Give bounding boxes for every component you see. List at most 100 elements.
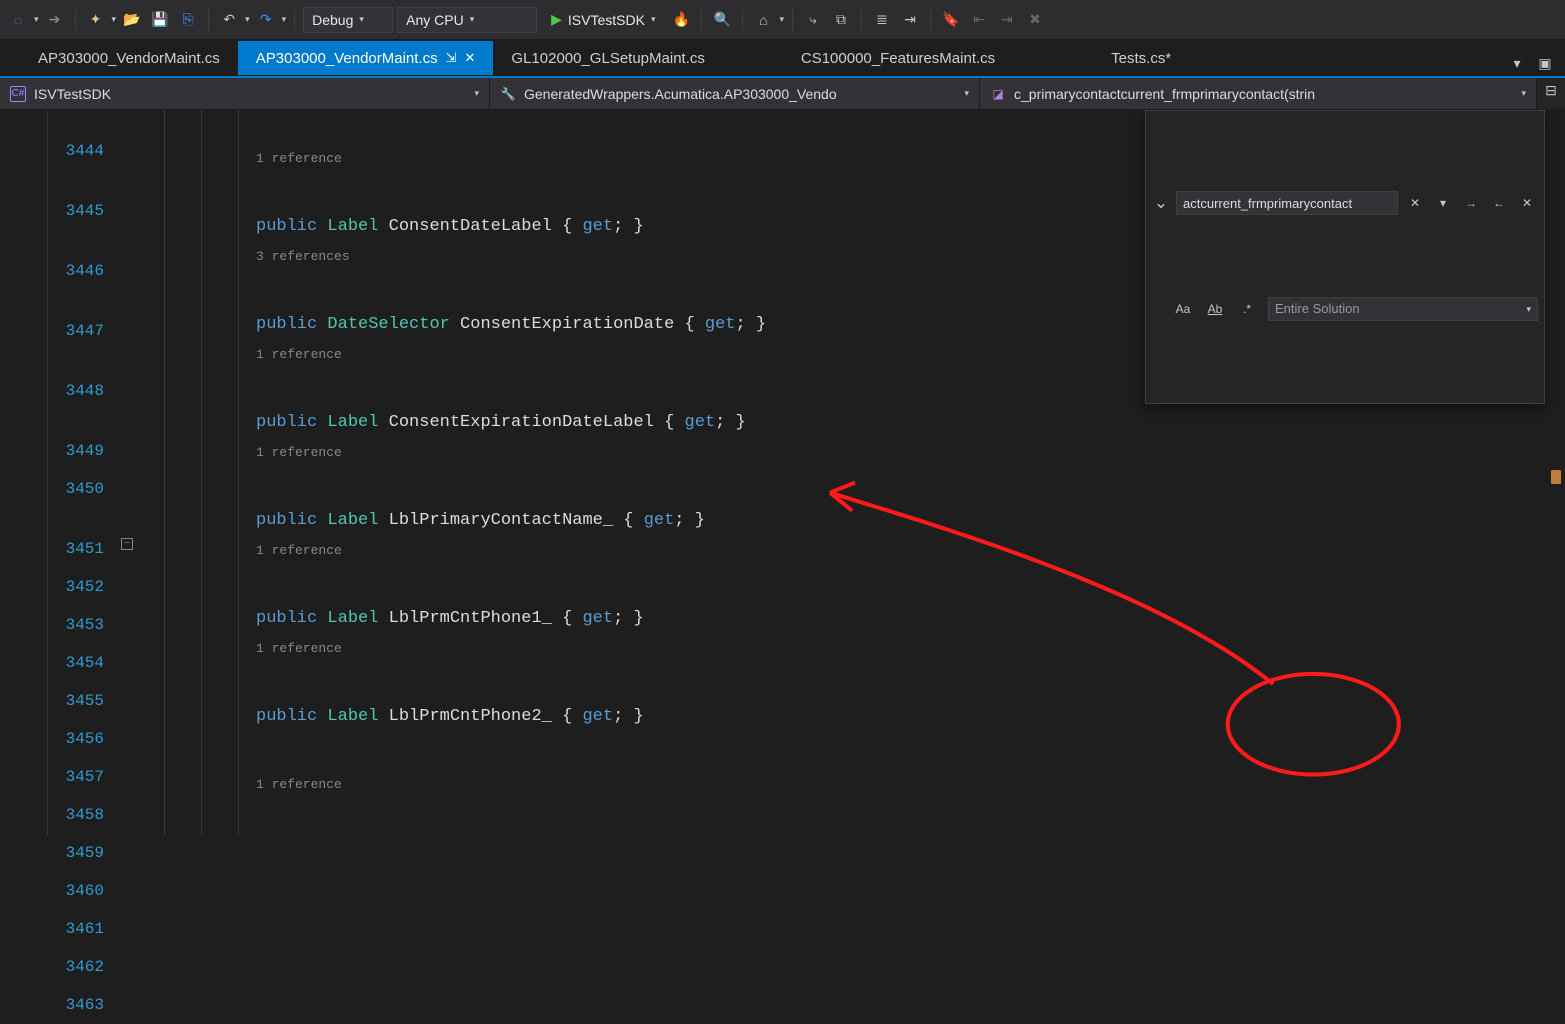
codelens[interactable]: 1 reference (256, 638, 1565, 660)
line-number: 3450 (48, 470, 104, 508)
document-tab[interactable]: GL102000_GLSetupMaint.cs (493, 41, 722, 75)
chevron-down-icon: ▾ (964, 88, 969, 99)
separator (742, 9, 743, 31)
line-number: 3455 (48, 682, 104, 720)
new-item-caret[interactable]: ▾ (112, 14, 117, 25)
tab-dock-icon[interactable]: ▣ (1533, 51, 1557, 75)
separator (701, 9, 702, 31)
document-tab[interactable]: Tests.cs* (1093, 41, 1189, 75)
line-number: 3463 (48, 986, 104, 1024)
chevron-down-icon: ▾ (1521, 88, 1526, 99)
platform-value: Any CPU (406, 12, 464, 28)
separator (208, 9, 209, 31)
split-editor-icon[interactable]: ⊟ (1537, 78, 1565, 102)
nav-forward-button[interactable]: ➔ (43, 8, 67, 32)
pin-icon[interactable]: ⇲ (446, 50, 457, 66)
codelens[interactable]: 1 reference (256, 774, 1565, 796)
nav-back-button[interactable]: ◌ (6, 8, 30, 32)
undo-icon[interactable]: ↶ (217, 8, 241, 32)
step-icon[interactable]: ⤷ (801, 8, 825, 32)
find-scope-label: Entire Solution (1275, 290, 1360, 328)
line-number: 3447 (48, 312, 104, 350)
document-tab-strip: AP303000_VendorMaint.cs AP303000_VendorM… (0, 40, 1565, 76)
config-combo[interactable]: Debug ▾ (303, 7, 393, 33)
chevron-down-icon: ▾ (474, 88, 479, 99)
separator (792, 9, 793, 31)
line-number: 3454 (48, 644, 104, 682)
hot-reload-icon[interactable]: 🔥 (669, 8, 693, 32)
separator (75, 9, 76, 31)
save-icon[interactable]: 💾 (148, 8, 172, 32)
undo-caret[interactable]: ▾ (245, 14, 250, 25)
project-combo[interactable]: C# ISVTestSDK ▾ (0, 78, 490, 109)
line-number: 3451 (48, 530, 104, 568)
chevron-down-icon: ▾ (651, 14, 656, 25)
main-toolbar: ◌ ▾ ➔ ✦ ▾ 📂 💾 ⎘ ↶ ▾ ↷ ▾ Debug ▾ Any CPU … (0, 0, 1565, 40)
tab-label: CS100000_FeaturesMaint.cs (801, 50, 995, 67)
open-icon[interactable]: 📂 (120, 8, 144, 32)
separator (861, 9, 862, 31)
codelens[interactable]: 1 reference (256, 442, 1565, 464)
outlining-margin[interactable]: − (118, 110, 146, 835)
play-icon: ▶ (551, 11, 562, 28)
layout-icon[interactable]: ⧉ (829, 8, 853, 32)
nav-back-caret[interactable]: ▾ (34, 14, 39, 25)
find-panel-close-icon[interactable]: ✕ (1516, 192, 1538, 214)
document-tab[interactable]: CS100000_FeaturesMaint.cs (783, 41, 1013, 75)
class-icon: 🔧 (500, 86, 516, 102)
tab-overflow-icon[interactable]: ▾ (1505, 51, 1529, 75)
line-number: 3458 (48, 796, 104, 834)
document-tab-active[interactable]: AP303000_VendorMaint.cs ⇲ ✕ (238, 41, 494, 75)
indent-guides (146, 110, 256, 835)
type-combo[interactable]: 🔧 GeneratedWrappers.Acumatica.AP303000_V… (490, 78, 980, 109)
start-debug-button[interactable]: ▶ ISVTestSDK ▾ (541, 7, 665, 33)
line-number: 3456 (48, 720, 104, 758)
code-area[interactable]: 1 reference public Label ConsentDateLabe… (256, 110, 1565, 835)
new-item-icon[interactable]: ✦ (84, 8, 108, 32)
bookmark-icon[interactable]: 🔖 (939, 8, 963, 32)
config-value: Debug (312, 12, 353, 28)
next-bookmark-icon[interactable]: ⇥ (995, 8, 1019, 32)
regex-icon[interactable]: .* (1236, 298, 1258, 320)
line-number: 3446 (48, 252, 104, 290)
member-name: c_primarycontactcurrent_frmprimarycontac… (1014, 86, 1315, 102)
code-editor[interactable]: 3444 3445 3446 3447 3448 3449 3450 3451 … (0, 110, 1565, 835)
redo-icon[interactable]: ↷ (254, 8, 278, 32)
find-scope-combo[interactable]: Entire Solution ▾ (1268, 297, 1538, 321)
find-options-caret[interactable]: ▾ (1432, 192, 1454, 214)
clear-bookmarks-icon[interactable]: ✖ (1023, 8, 1047, 32)
line-number: 3444 (48, 132, 104, 170)
codelens[interactable]: 1 reference (256, 540, 1565, 562)
line-number: 3449 (48, 432, 104, 470)
close-icon[interactable]: ✕ (465, 50, 476, 66)
browser-link-caret[interactable]: ▾ (779, 14, 784, 25)
find-close-icon[interactable]: ✕ (1404, 192, 1426, 214)
line-number: 3445 (48, 192, 104, 230)
line-number: 3452 (48, 568, 104, 606)
match-case-icon[interactable]: Aa (1172, 298, 1194, 320)
browser-link-icon[interactable]: ⌂ (751, 8, 775, 32)
whole-word-icon[interactable]: Ab (1204, 298, 1226, 320)
document-tab[interactable]: AP303000_VendorMaint.cs (20, 41, 238, 75)
fold-toggle-icon[interactable]: − (121, 538, 133, 550)
indent-icon[interactable]: ≣ (870, 8, 894, 32)
save-all-icon[interactable]: ⎘ (176, 8, 200, 32)
find-next-icon[interactable]: → (1460, 192, 1482, 214)
outdent-icon[interactable]: ⇥ (898, 8, 922, 32)
find-in-files-icon[interactable]: 🔍 (710, 8, 734, 32)
tab-label: AP303000_VendorMaint.cs (256, 50, 438, 67)
prev-bookmark-icon[interactable]: ⇤ (967, 8, 991, 32)
scrollbar-marker[interactable] (1551, 470, 1561, 484)
method-icon: ◪ (990, 86, 1006, 102)
platform-combo[interactable]: Any CPU ▾ (397, 7, 537, 33)
member-combo[interactable]: ◪ c_primarycontactcurrent_frmprimarycont… (980, 78, 1537, 109)
separator (930, 9, 931, 31)
redo-caret[interactable]: ▾ (282, 14, 287, 25)
line-number: 3461 (48, 910, 104, 948)
expand-replace-toggle[interactable]: ⌄ (1152, 184, 1170, 222)
chevron-down-icon: ▾ (1526, 290, 1531, 328)
line-number: 3460 (48, 872, 104, 910)
breakpoint-margin[interactable] (0, 110, 48, 835)
find-prev-icon[interactable]: ← (1488, 192, 1510, 214)
find-input[interactable] (1176, 191, 1398, 215)
